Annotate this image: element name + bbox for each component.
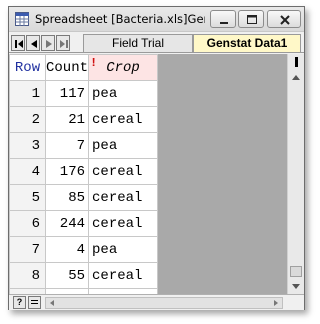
crop-cell[interactable]: cereal: [88, 210, 159, 237]
scroll-down-button[interactable]: [288, 278, 304, 294]
factor-marker-icon: !: [90, 56, 98, 70]
row-number-cell[interactable]: 3: [9, 132, 46, 159]
maximize-button[interactable]: [238, 10, 264, 28]
count-cell[interactable]: 21: [44, 106, 90, 133]
table-row: 1 117 pea: [9, 80, 159, 107]
count-cell[interactable]: 244: [44, 210, 90, 237]
table-row: 3 7 pea: [9, 132, 159, 159]
row-number-cell[interactable]: 2: [9, 106, 46, 133]
last-sheet-button[interactable]: [56, 35, 70, 51]
close-icon: [280, 15, 290, 25]
crop-cell[interactable]: cereal: [88, 184, 159, 211]
table-row: 8 55 cereal: [9, 262, 159, 289]
maximize-icon: [247, 15, 257, 24]
crop-cell[interactable]: cereal: [88, 262, 159, 289]
table-row: 6 244 cereal: [9, 210, 159, 237]
crop-cell[interactable]: pea: [88, 236, 159, 263]
row-number-cell[interactable]: 1: [9, 80, 46, 107]
count-cell[interactable]: 117: [44, 80, 90, 107]
horizontal-scrollbar[interactable]: [45, 297, 283, 309]
spreadsheet-icon[interactable]: [15, 12, 29, 26]
minimize-button[interactable]: [210, 10, 236, 28]
row-number-cell[interactable]: 6: [9, 210, 46, 237]
minimize-icon: [220, 22, 228, 24]
row-column-header[interactable]: Row: [9, 54, 46, 81]
help-button[interactable]: ?: [13, 296, 26, 309]
first-sheet-button[interactable]: [11, 35, 25, 51]
table-row: 2 21 cereal: [9, 106, 159, 133]
crop-cell[interactable]: cereal: [88, 158, 159, 185]
table-row: 4 176 cereal: [9, 158, 159, 185]
scroll-right-icon[interactable]: [271, 298, 281, 308]
header-row: Row Count ! Crop: [9, 54, 159, 81]
table-row: 7 4 pea: [9, 236, 159, 263]
crop-cell[interactable]: cereal: [88, 106, 159, 133]
data-table: Row Count ! Crop 1 117 pea 2 21 cereal 3…: [9, 54, 159, 294]
scroll-down-icon: [292, 284, 300, 289]
row-number-cell[interactable]: 4: [9, 158, 46, 185]
scroll-top-icon: [295, 57, 298, 67]
vertical-scrollbar[interactable]: [287, 54, 304, 294]
previous-icon: [31, 40, 37, 48]
options-button[interactable]: [28, 296, 41, 309]
status-bar: ?: [9, 294, 304, 310]
scroll-left-icon[interactable]: [47, 298, 57, 308]
crop-cell[interactable]: pea: [88, 132, 159, 159]
crop-cell[interactable]: pea: [88, 80, 159, 107]
table-row: 5 85 cereal: [9, 184, 159, 211]
count-cell[interactable]: 85: [44, 184, 90, 211]
crop-column-label: Crop: [106, 59, 140, 76]
crop-column-header[interactable]: ! Crop: [88, 54, 159, 81]
scroll-up-icon: [292, 75, 300, 80]
spreadsheet-window: Spreadsheet [Bacteria.xls]Gen... Field T…: [8, 6, 305, 310]
next-icon: [46, 40, 52, 48]
window-title: Spreadsheet [Bacteria.xls]Gen...: [35, 12, 205, 26]
tab-genstat-data1[interactable]: Genstat Data1: [193, 34, 301, 52]
options-icon: [31, 300, 38, 304]
count-cell[interactable]: 176: [44, 158, 90, 185]
tab-field-trial[interactable]: Field Trial: [83, 34, 193, 52]
row-number-cell[interactable]: 7: [9, 236, 46, 263]
sheet-tab-bar: Field Trial Genstat Data1: [9, 33, 304, 53]
scroll-top-button[interactable]: [288, 54, 304, 70]
row-number-cell[interactable]: 5: [9, 184, 46, 211]
scroll-up-button[interactable]: [288, 70, 304, 86]
count-cell[interactable]: 55: [44, 262, 90, 289]
count-cell[interactable]: 7: [44, 132, 90, 159]
spreadsheet-grid: Row Count ! Crop 1 117 pea 2 21 cereal 3…: [9, 54, 304, 294]
row-number-cell[interactable]: 8: [9, 262, 46, 289]
count-column-header[interactable]: Count: [44, 54, 90, 81]
count-cell[interactable]: 4: [44, 236, 90, 263]
vertical-scroll-thumb[interactable]: [290, 266, 302, 277]
next-sheet-button[interactable]: [41, 35, 55, 51]
previous-sheet-button[interactable]: [26, 35, 40, 51]
close-button[interactable]: [267, 10, 301, 28]
last-icon: [60, 40, 68, 48]
first-icon: [15, 40, 23, 48]
title-bar[interactable]: Spreadsheet [Bacteria.xls]Gen...: [9, 7, 304, 32]
